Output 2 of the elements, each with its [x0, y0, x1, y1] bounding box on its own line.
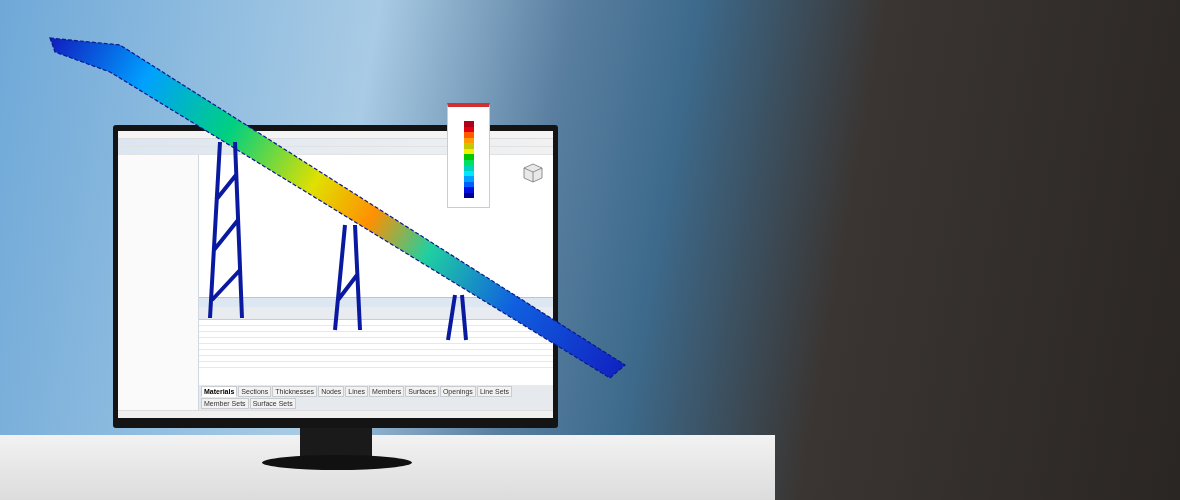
support-tower-drawing [446, 293, 468, 342]
view-cube-icon [523, 163, 543, 183]
